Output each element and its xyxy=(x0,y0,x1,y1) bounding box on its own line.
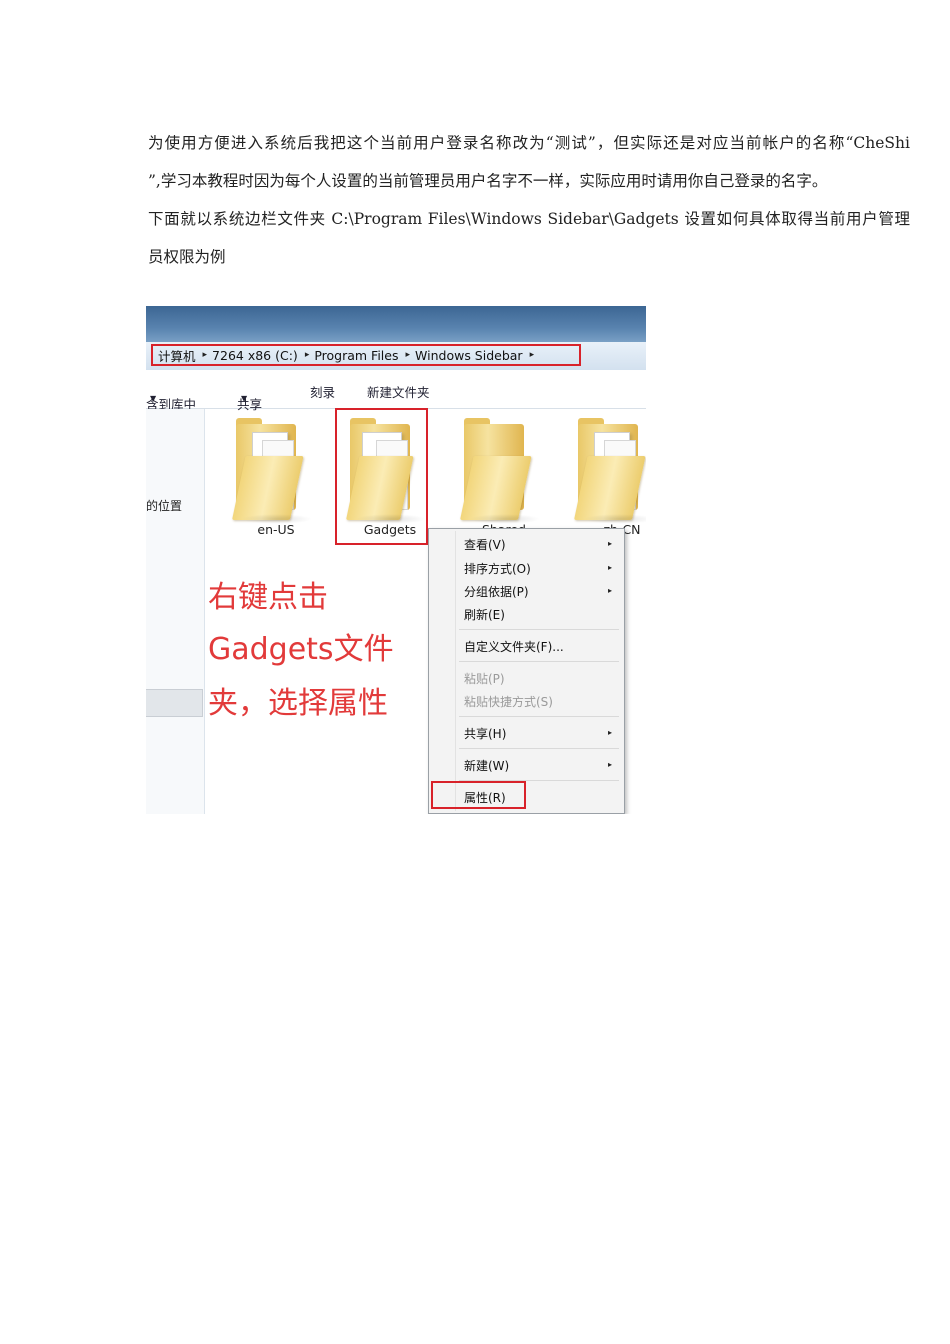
menu-item-paste: 粘贴(P) xyxy=(464,672,505,686)
paragraph-1: 为使用方便进入系统后我把这个当前用户登录名称改为“测试”，但实际还是对应当前帐户… xyxy=(148,134,910,152)
folder-icon[interactable] xyxy=(232,418,312,524)
window-title-bar xyxy=(146,306,646,344)
navigation-pane: 的位置 xyxy=(146,409,205,814)
submenu-arrow-icon: ▸ xyxy=(607,563,612,572)
folder-icon[interactable] xyxy=(460,418,540,524)
menu-item-share[interactable]: 共享(H) xyxy=(464,725,506,742)
gadgets-highlight-box xyxy=(335,408,428,545)
submenu-arrow-icon: ▸ xyxy=(607,728,612,737)
new-folder-button[interactable]: 新建文件夹 xyxy=(367,382,430,401)
menu-item-new[interactable]: 新建(W) xyxy=(464,757,509,774)
breadcrumb-computer[interactable]: 计算机 xyxy=(153,346,203,365)
annotation-line-3: 夹，选择属性 xyxy=(208,686,388,721)
submenu-arrow-icon: ▸ xyxy=(607,760,612,769)
nav-item-locations[interactable]: 的位置 xyxy=(146,497,182,514)
menu-item-view[interactable]: 查看(V) xyxy=(464,536,506,553)
menu-separator xyxy=(459,661,619,662)
burn-button[interactable]: 刻录 xyxy=(310,382,335,401)
folder-label-en-us[interactable]: en-US xyxy=(226,522,326,537)
address-bar[interactable]: 计算机 ▸ 7264 x86 (C:) ▸ Program Files ▸ Wi… xyxy=(146,342,646,371)
context-menu: 查看(V) ▸ 排序方式(O) ▸ 分组依据(P) ▸ 刷新(E) 自定义文件夹… xyxy=(428,528,625,814)
annotation-line-2: Gadgets文件 xyxy=(208,632,394,667)
menu-separator xyxy=(459,716,619,717)
nav-pane-scrollbar[interactable] xyxy=(146,689,203,717)
paragraph-2: ”,学习本教程时因为每个人设置的当前管理员用户名字不一样，实际应用时请用你自己登… xyxy=(148,172,828,190)
menu-item-customize-folder[interactable]: 自定义文件夹(F)... xyxy=(464,638,564,655)
menu-item-group-by[interactable]: 分组依据(P) xyxy=(464,583,529,600)
breadcrumb-windows-sidebar[interactable]: Windows Sidebar xyxy=(410,348,530,363)
submenu-arrow-icon: ▸ xyxy=(607,539,612,548)
breadcrumb-drive-c[interactable]: 7264 x86 (C:) xyxy=(207,348,305,363)
address-path-highlight: 计算机 ▸ 7264 x86 (C:) ▸ Program Files ▸ Wi… xyxy=(151,344,581,366)
menu-item-paste-shortcut: 粘贴快捷方式(S) xyxy=(464,695,553,709)
annotation-line-1: 右键点击 xyxy=(208,580,328,615)
explorer-screenshot: 计算机 ▸ 7264 x86 (C:) ▸ Program Files ▸ Wi… xyxy=(146,306,646,814)
menu-item-sort-by[interactable]: 排序方式(O) xyxy=(464,560,531,577)
submenu-arrow-icon: ▸ xyxy=(607,586,612,595)
folder-icon[interactable] xyxy=(574,418,646,524)
menu-item-refresh[interactable]: 刷新(E) xyxy=(464,606,505,623)
dropdown-icon: ▼ xyxy=(241,394,248,403)
paragraph-3: 下面就以系统边栏文件夹 C:\Program Files\Windows Sid… xyxy=(148,210,910,228)
command-bar: 含到库中 ▼ 共享 ▼ 刻录 新建文件夹 xyxy=(146,370,646,412)
dropdown-icon: ▼ xyxy=(150,394,157,403)
paragraph-4: 员权限为例 xyxy=(148,248,226,266)
breadcrumb-arrow-icon[interactable]: ▸ xyxy=(530,350,535,360)
breadcrumb-program-files[interactable]: Program Files xyxy=(309,348,405,363)
properties-highlight-box xyxy=(431,781,526,809)
menu-separator xyxy=(459,629,619,630)
menu-separator xyxy=(459,748,619,749)
